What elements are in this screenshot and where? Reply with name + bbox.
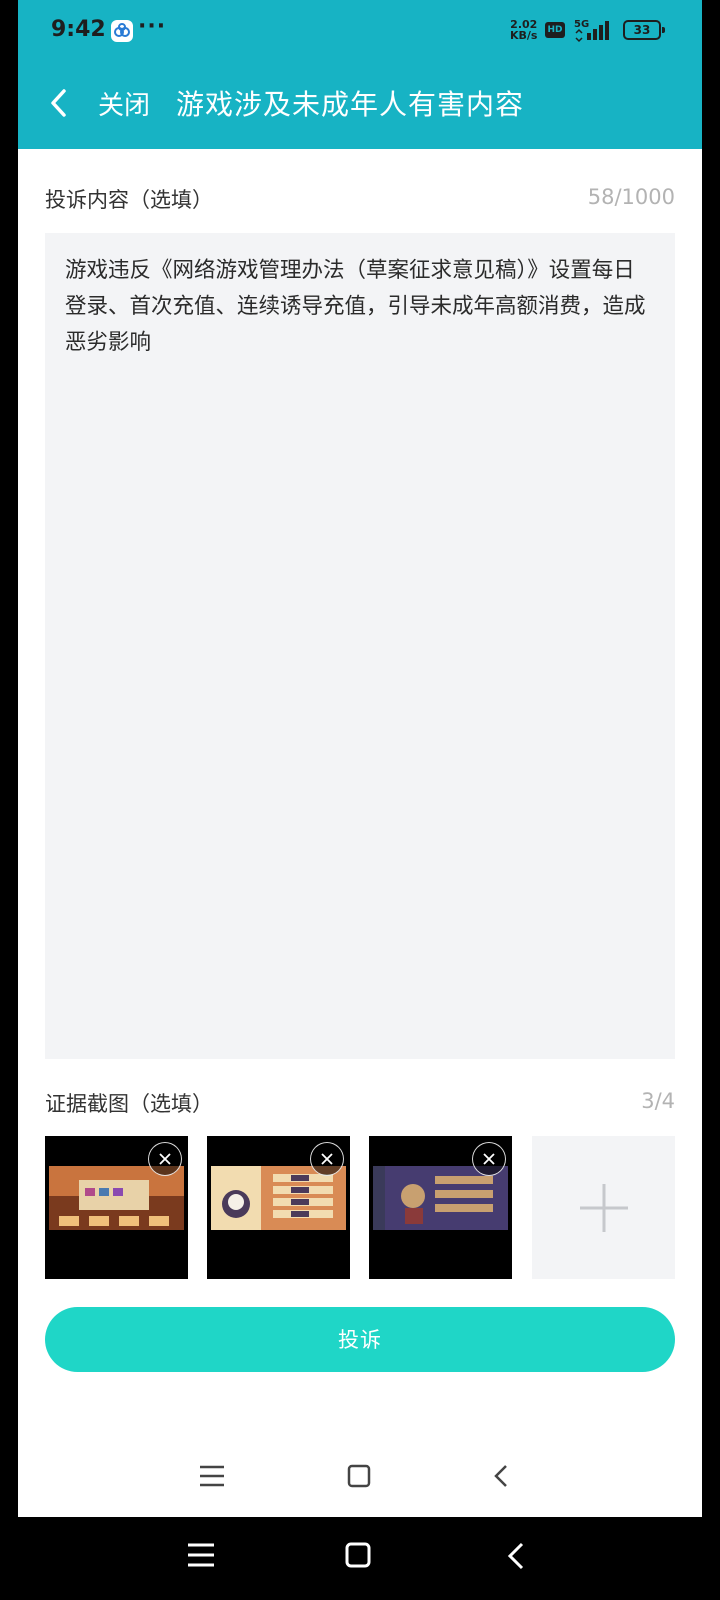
chevron-left-icon[interactable] [46,86,72,120]
complaint-char-counter: 58/1000 [587,185,675,209]
close-icon [483,1153,495,1165]
close-button[interactable]: 关闭 [98,85,150,122]
close-icon [159,1153,171,1165]
remove-screenshot-button[interactable] [148,1142,182,1176]
app-notification-icon [111,20,133,42]
complaint-label: 投诉内容（选填） [45,188,213,212]
more-notifications-icon: ··· [138,14,167,39]
remove-screenshot-button[interactable] [310,1142,344,1176]
back-icon[interactable] [494,1465,507,1487]
menu-icon[interactable] [200,1465,224,1487]
app-navigation-bar [200,1464,507,1488]
page-title: 游戏涉及未成年人有害内容 [176,88,525,121]
complaint-textarea[interactable]: 游戏违反《网络游戏管理办法（草案征求意见稿）》设置每日登录、首次充值、连续诱导充… [45,233,675,1059]
evidence-label: 证据截图（选填） [45,1092,213,1116]
remove-screenshot-button[interactable] [472,1142,506,1176]
submit-complaint-button[interactable]: 投诉 [45,1307,675,1372]
network-speed: 2.02 KB/s [510,19,537,41]
system-navigation-bar [0,1517,720,1600]
evidence-thumbnail[interactable] [207,1136,350,1279]
title-bar: 关闭 游戏涉及未成年人有害内容 [18,62,702,149]
status-time: 9:42 [51,17,106,42]
status-bar: 9:42 ··· 2.02 KB/s HD 5G 33 [18,0,702,62]
add-screenshot-button[interactable] [532,1136,675,1279]
plus-icon [580,1184,628,1232]
evidence-counter: 3/4 [641,1089,675,1113]
network-type: 5G [574,19,589,30]
hd-badge: HD [545,22,565,38]
network-speed-unit: KB/s [510,29,538,42]
signal-icon: 5G [574,19,609,43]
evidence-thumbnail[interactable] [45,1136,188,1279]
close-icon [321,1153,333,1165]
home-icon[interactable] [345,1542,371,1568]
back-icon[interactable] [507,1542,524,1570]
evidence-thumbnail[interactable] [369,1136,512,1279]
battery-icon: 33 [623,20,665,40]
menu-icon[interactable] [188,1543,214,1567]
home-icon[interactable] [347,1464,371,1488]
app-frame: 9:42 ··· 2.02 KB/s HD 5G 33 关闭 游戏涉及未成年人有… [18,0,702,1517]
